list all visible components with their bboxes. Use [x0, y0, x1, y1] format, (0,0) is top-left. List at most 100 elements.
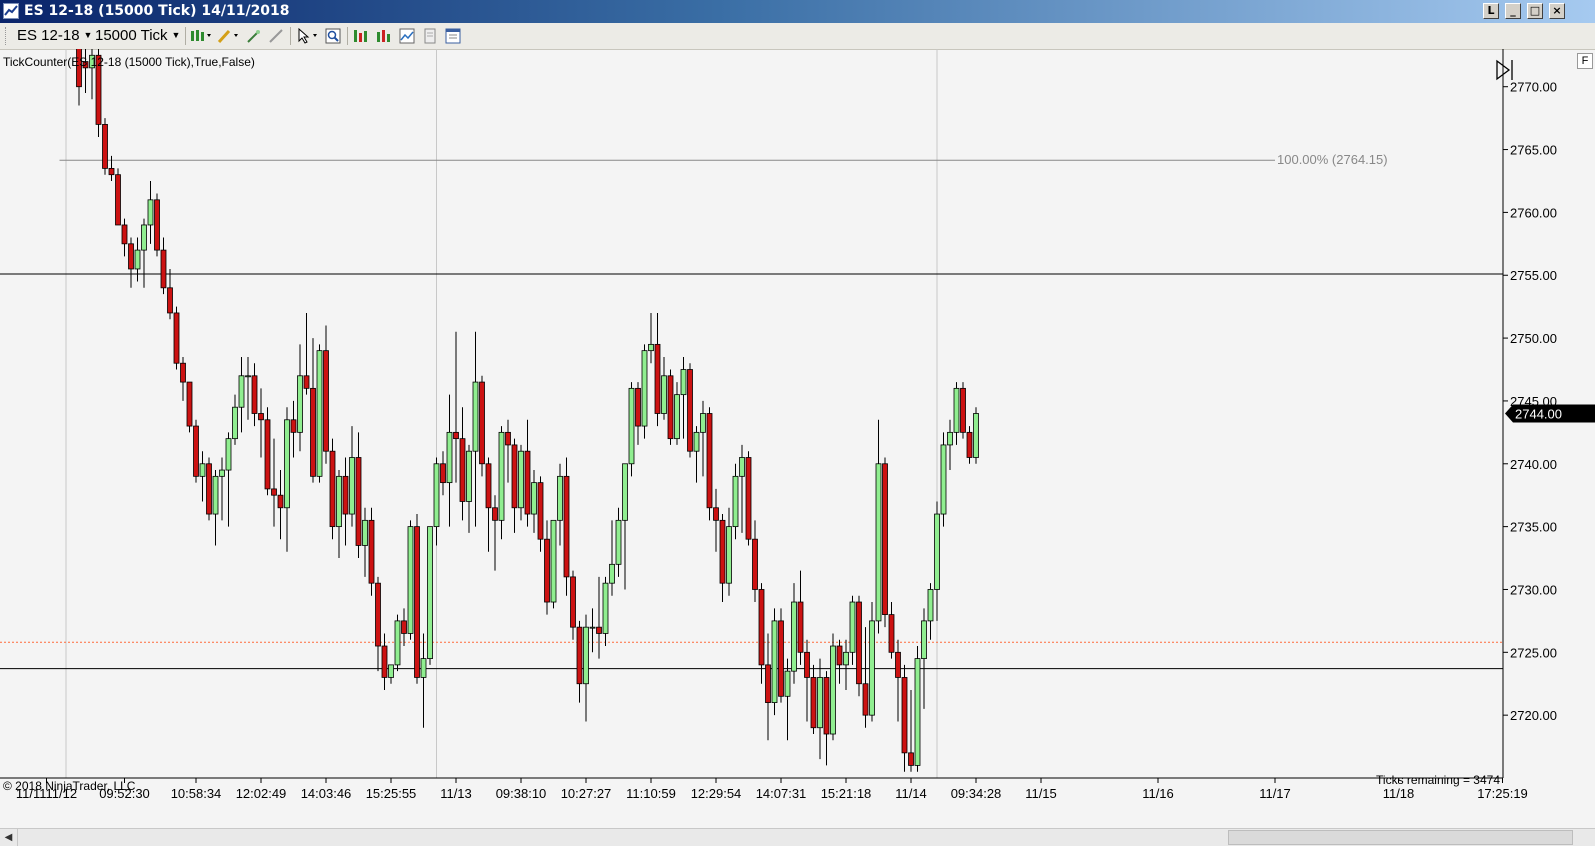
- candle-body: [706, 413, 713, 509]
- data-box-icon[interactable]: [376, 28, 392, 44]
- magic-wand-icon[interactable]: [246, 28, 262, 44]
- candle-body: [823, 677, 830, 735]
- candle: [875, 419, 882, 634]
- candle: [693, 426, 700, 483]
- candle: [654, 312, 661, 427]
- scroll-left-arrow-icon[interactable]: ◀: [0, 829, 18, 846]
- restore-button[interactable]: □: [1527, 3, 1543, 19]
- candle: [219, 457, 225, 521]
- candle: [472, 331, 479, 527]
- candle-body: [973, 413, 979, 458]
- candle-body: [154, 199, 160, 251]
- candle: [251, 363, 258, 427]
- candle-body: [537, 482, 544, 540]
- candle: [414, 514, 420, 684]
- candle: [290, 400, 297, 458]
- candle-body: [615, 519, 622, 565]
- candle-body: [602, 582, 609, 634]
- strategies-icon[interactable]: [422, 28, 438, 44]
- title-bar: ES 12-18 (15000 Tick) 14/11/2018 L _ □ ×: [0, 0, 1595, 23]
- candle-body: [271, 488, 277, 496]
- candle: [258, 388, 264, 458]
- chevron-down-icon: ▼: [171, 30, 181, 40]
- candle-body: [492, 507, 498, 521]
- candle-body: [219, 469, 225, 477]
- candle: [940, 432, 947, 527]
- candle-body: [856, 601, 862, 685]
- candle-body: [531, 482, 537, 515]
- toolbar-separator: [185, 27, 186, 45]
- candle-body: [596, 626, 602, 634]
- candle: [895, 639, 901, 722]
- candle: [817, 658, 823, 760]
- candle-body: [570, 576, 576, 628]
- time-tick-label: 15:21:18: [821, 786, 872, 801]
- candle: [485, 457, 492, 552]
- candlestick-style-icon[interactable]: [190, 28, 211, 44]
- candle-body: [609, 563, 615, 584]
- scroll-to-end-icon[interactable]: [1496, 59, 1513, 81]
- candle: [641, 344, 648, 439]
- pointer-tool-icon[interactable]: [296, 27, 317, 44]
- candle-body: [693, 431, 700, 452]
- time-tick-label: 17:25:19: [1477, 786, 1528, 801]
- candle-body: [316, 350, 323, 477]
- time-tick-label: 11/15: [1025, 786, 1057, 801]
- candle: [836, 639, 843, 684]
- price-tick-label: 2750.00: [1510, 331, 1557, 346]
- minimize-button[interactable]: _: [1505, 3, 1521, 19]
- candlestick-series: [76, 49, 979, 772]
- right-edge-tab[interactable]: F: [1577, 53, 1593, 69]
- candle: [186, 381, 193, 433]
- candle-body: [362, 519, 368, 546]
- candle: [882, 457, 888, 628]
- horizontal-scrollbar[interactable]: ◀: [0, 828, 1595, 846]
- scrollbar-thumb[interactable]: [1228, 830, 1573, 845]
- instrument-selector[interactable]: ES 12-18 ▼: [17, 27, 92, 44]
- candle: [160, 237, 167, 295]
- price-chart[interactable]: 100.00% (2764.15) 2720.00 2725.00 2730.00 2…: [0, 49, 1595, 828]
- candle-body: [765, 664, 771, 703]
- candle: [745, 451, 752, 546]
- close-button[interactable]: ×: [1549, 3, 1565, 19]
- indicators-icon[interactable]: [399, 28, 415, 44]
- properties-icon[interactable]: [445, 28, 461, 44]
- candle: [615, 507, 622, 577]
- candle: [271, 438, 277, 527]
- interval-selector[interactable]: 15000 Tick ▼: [95, 27, 180, 44]
- candle-body: [869, 620, 875, 716]
- candle: [446, 394, 453, 527]
- candle: [492, 495, 498, 571]
- candle: [537, 476, 544, 552]
- candle-body: [557, 475, 563, 521]
- candle: [797, 570, 804, 665]
- candle: [115, 168, 121, 226]
- candle: [687, 363, 693, 458]
- time-tick-label: 11/14: [895, 786, 927, 801]
- candle-body: [836, 645, 843, 666]
- time-tick-label: 12:02:49: [236, 786, 287, 801]
- candle: [297, 344, 303, 452]
- candle-body: [966, 431, 973, 458]
- candle-body: [524, 450, 531, 515]
- candle: [914, 646, 921, 772]
- link-button[interactable]: L: [1483, 3, 1499, 19]
- candle-body: [329, 450, 336, 528]
- candle: [394, 614, 401, 672]
- crosshair-line-icon[interactable]: [268, 28, 284, 44]
- candle-body: [680, 369, 687, 396]
- zoom-icon[interactable]: [325, 28, 341, 44]
- candle-body: [550, 519, 557, 603]
- candle-body: [414, 526, 420, 678]
- candle-body: [817, 677, 823, 729]
- pencil-draw-icon[interactable]: [217, 28, 238, 44]
- time-tick-label: 10:27:27: [561, 786, 612, 801]
- toolbar-grip[interactable]: [5, 27, 8, 45]
- price-tick-label: 2770.00: [1510, 80, 1557, 95]
- candle: [524, 419, 531, 527]
- candle-body: [303, 375, 310, 389]
- candle-body: [921, 620, 927, 659]
- candle-body: [700, 413, 706, 433]
- bar-spacing-icon[interactable]: [353, 28, 369, 44]
- candle-body: [147, 199, 154, 226]
